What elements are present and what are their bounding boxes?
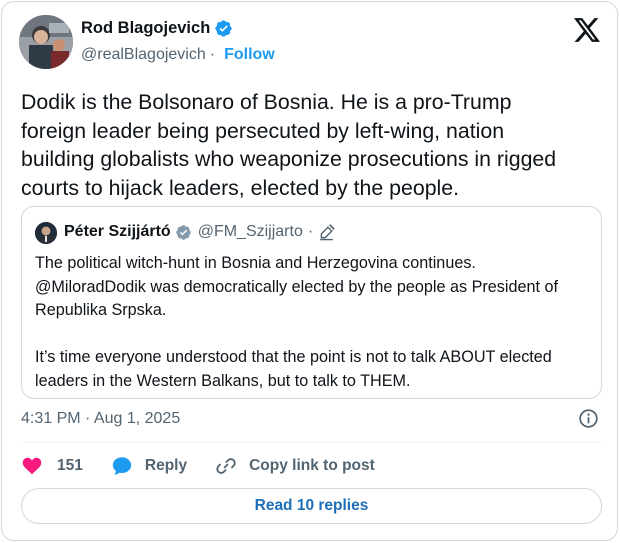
copy-link-button[interactable]: Copy link to post [215,455,375,477]
quoted-author-row: Péter Szijjártó @FM_Szijjarto · [64,223,335,241]
read-replies-button[interactable]: Read 10 replies [21,488,602,524]
heart-icon [22,457,42,475]
author-avatar[interactable] [19,15,73,69]
quoted-post-text: The political witch-hunt in Bosnia and H… [35,254,559,390]
author-handle[interactable]: @realBlagojevich [81,46,206,64]
post-text: Dodik is the Bolsonaro of Bosnia. He is … [21,90,557,200]
author-name[interactable]: Rod Blagojevich [81,19,210,38]
like-button[interactable]: 151 [21,455,83,477]
link-icon [216,458,236,474]
post-card: Rod Blagojevich @realBlagojevich · Follo… [1,1,618,541]
action-bar: 151 Reply Copy link to post [21,452,375,480]
reply-bubble-icon [112,457,132,475]
quoted-separator: · [307,223,314,240]
divider [21,442,602,443]
quoted-post[interactable]: Péter Szijjártó @FM_Szijjarto · The poli… [21,206,602,399]
post-timestamp[interactable]: 4:31 PM · Aug 1, 2025 [21,410,180,428]
quoted-author-avatar[interactable] [35,222,57,244]
like-count: 151 [57,457,83,474]
quoted-author-name[interactable]: Péter Szijjártó [64,223,171,241]
author-handle-row: @realBlagojevich · Follow [81,46,275,64]
verified-badge-icon [215,20,232,37]
quoted-verified-badge-icon [175,224,191,240]
quoted-author-handle[interactable]: @FM_Szijjarto [198,223,303,241]
follow-button[interactable]: Follow [224,46,275,64]
pencil-icon [320,223,335,240]
copy-link-label: Copy link to post [249,457,375,474]
reply-label: Reply [144,457,188,474]
handle-separator: · [209,46,216,63]
x-logo-icon[interactable] [574,18,600,42]
reply-button[interactable]: Reply [111,455,187,477]
author-name-row: Rod Blagojevich [81,19,233,38]
info-icon[interactable] [578,408,599,429]
